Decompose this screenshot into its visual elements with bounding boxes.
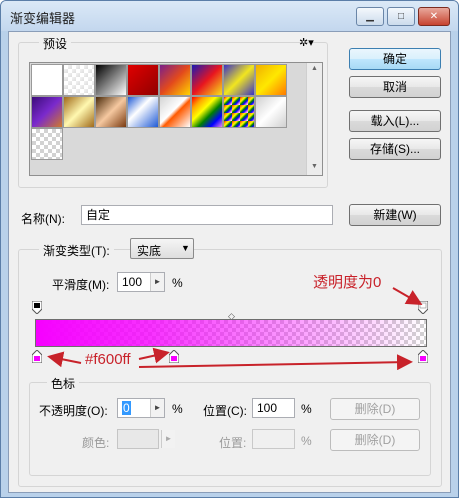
preset-swatch[interactable] [223, 96, 255, 128]
color-location-unit: % [301, 434, 312, 448]
preset-swatch[interactable] [159, 64, 191, 96]
minimize-button[interactable]: ▁ [356, 7, 384, 26]
delete-color-button[interactable]: 删除(D) [330, 429, 420, 451]
preset-swatch[interactable] [31, 96, 63, 128]
color-label: 颜色: [82, 436, 110, 450]
opacity-stepper[interactable]: ► [150, 399, 164, 417]
gradient-editor-window: 渐变编辑器 ▁ □ ✕ 预设 ✲▾ ▲ ▼ 确定 取消 载入(L)... 存储(… [0, 0, 459, 498]
preset-swatch[interactable] [223, 64, 255, 96]
smoothness-label: 平滑度(M): [52, 278, 110, 292]
opacity-stop-right[interactable] [418, 301, 428, 314]
color-location-field[interactable] [252, 429, 295, 449]
cancel-button[interactable]: 取消 [349, 76, 441, 98]
color-stops-label: 色标 [47, 375, 80, 392]
maximize-button[interactable]: □ [387, 7, 415, 26]
preset-swatch[interactable] [31, 128, 63, 160]
gear-icon[interactable]: ✲▾ [299, 36, 314, 49]
preset-swatch[interactable] [255, 96, 287, 128]
load-button[interactable]: 载入(L)... [349, 110, 441, 132]
location-unit: % [301, 402, 312, 416]
annotation-color-hex: #f600ff [85, 351, 131, 368]
location-label: 位置(C): [203, 404, 247, 418]
presets-label: 预设 [39, 35, 72, 52]
scroll-down-icon[interactable]: ▼ [311, 163, 318, 170]
opacity-unit: % [172, 402, 183, 416]
color-menu-arrow[interactable]: ► [161, 430, 175, 448]
preset-swatch[interactable] [127, 64, 159, 96]
preset-swatch[interactable] [95, 64, 127, 96]
preset-swatch[interactable] [63, 96, 95, 128]
opacity-stop-left[interactable] [32, 301, 42, 314]
presets-scrollbar[interactable]: ▲ ▼ [306, 63, 322, 175]
gradient-type-select[interactable]: 实底 ▼ [130, 238, 194, 259]
preset-swatch[interactable] [31, 64, 63, 96]
preset-swatch[interactable] [191, 64, 223, 96]
smoothness-unit: % [172, 276, 183, 290]
preset-swatch[interactable] [95, 96, 127, 128]
name-field[interactable]: 自定 [81, 205, 333, 225]
annotation-transparency: 透明度为0 [313, 274, 382, 291]
gradient-fill [36, 320, 426, 346]
preset-swatch[interactable] [127, 96, 159, 128]
scroll-up-icon[interactable]: ▲ [311, 65, 318, 72]
preset-swatch[interactable] [191, 96, 223, 128]
gradient-type-value: 实底 [137, 244, 162, 258]
window-title: 渐变编辑器 [10, 11, 76, 26]
gradient-type-label: 渐变类型(T): [39, 242, 114, 259]
smoothness-stepper[interactable]: ► [150, 273, 164, 291]
title-bar: 渐变编辑器 ▁ □ ✕ [1, 1, 458, 31]
new-button[interactable]: 新建(W) [349, 204, 441, 226]
color-location-label: 位置: [219, 436, 247, 450]
smoothness-value: 100 [122, 275, 143, 289]
color-stop-right[interactable] [418, 350, 428, 363]
close-button[interactable]: ✕ [418, 7, 450, 26]
preset-swatch[interactable] [63, 64, 95, 96]
color-stop-middle[interactable] [169, 350, 179, 363]
color-stop-left[interactable] [32, 350, 42, 363]
opacity-label: 不透明度(O): [39, 404, 108, 418]
presets-panel: ▲ ▼ [29, 62, 323, 176]
preset-swatch[interactable] [159, 96, 191, 128]
dialog-body: 预设 ✲▾ ▲ ▼ 确定 取消 载入(L)... 存储(S)... 名称(N):… [8, 31, 451, 493]
chevron-down-icon: ▼ [181, 243, 190, 253]
opacity-value: 0 [122, 401, 131, 415]
preset-swatch[interactable] [255, 64, 287, 96]
save-button[interactable]: 存储(S)... [349, 138, 441, 160]
gradient-bar[interactable] [35, 319, 427, 347]
ok-button[interactable]: 确定 [349, 48, 441, 70]
location-field[interactable]: 100 [252, 398, 295, 418]
delete-opacity-button[interactable]: 删除(D) [330, 398, 420, 420]
color-swatch[interactable] [117, 429, 159, 449]
name-label: 名称(N): [21, 212, 65, 226]
